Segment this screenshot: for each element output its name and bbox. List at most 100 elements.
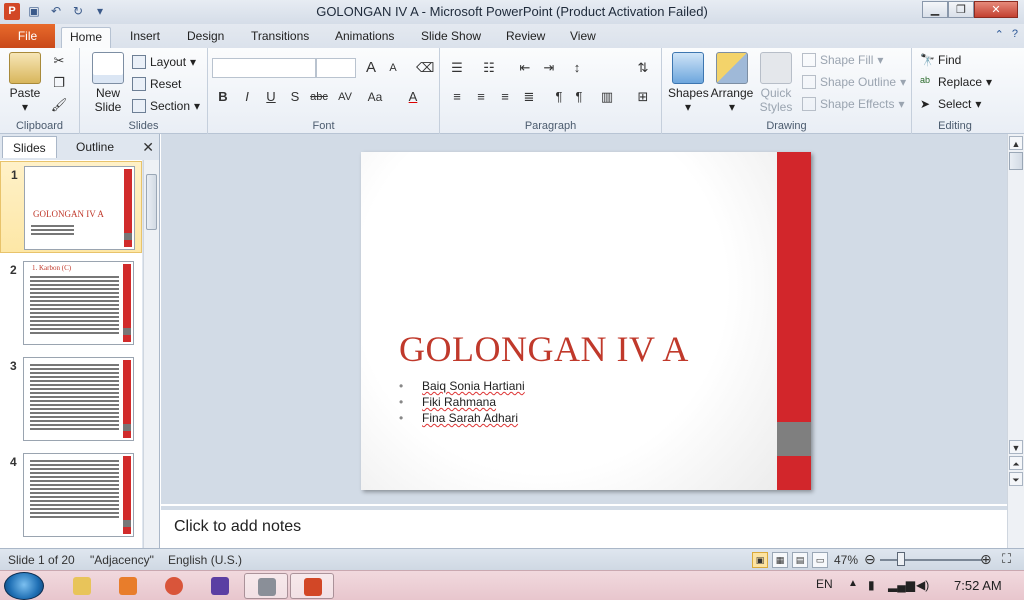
copy-icon[interactable]: ❐ [50,74,68,92]
reading-view-icon[interactable]: ▤ [792,552,808,568]
pane-close-icon[interactable]: ✕ [142,139,154,156]
next-slide-icon[interactable]: ⏷ [1009,472,1023,486]
thumbnail-row-2[interactable]: 2 1. Karbon (C) [0,257,142,349]
select-button[interactable]: ➤ Select ▾ [920,94,981,114]
section-button[interactable]: Section ▾ [132,96,200,116]
find-button[interactable]: 🔭 Find [920,50,961,70]
scrollbar-thumb[interactable] [146,174,157,230]
reset-button[interactable]: Reset [132,74,181,94]
tab-view[interactable]: View [562,27,604,48]
italic-button[interactable]: I [238,88,256,106]
rtl-icon[interactable]: ¶ [550,88,568,106]
slide-thumbnail[interactable] [23,357,134,441]
slide-thumbnail[interactable]: GOLONGAN IV A [24,166,135,250]
thumbnail-row-1[interactable]: 1 GOLONGAN IV A [0,161,142,253]
scroll-up-icon[interactable]: ▲ [1009,136,1023,150]
align-left-icon[interactable]: ≡ [448,88,466,106]
quick-styles-button[interactable]: Quick Styles [756,52,796,114]
taskbar-app-5[interactable] [244,573,288,599]
character-spacing-button[interactable]: AV [334,88,356,106]
thumbnail-row-4[interactable]: 4 [0,449,142,541]
taskbar-app-4[interactable] [198,573,242,599]
bullets-icon[interactable]: ☰ [448,59,466,77]
fit-to-window-icon[interactable]: ⛶ [1002,551,1011,567]
network-icon[interactable]: ▂▄▆ [888,578,915,592]
slide-show-icon[interactable]: ▭ [812,552,828,568]
zoom-slider-thumb[interactable] [897,552,905,566]
slide-title[interactable]: GOLONGAN IV A [399,328,689,370]
battery-icon[interactable]: ▮ [868,578,875,592]
previous-slide-icon[interactable]: ⏶ [1009,456,1023,470]
slide-scrollbar[interactable]: ▲ ▼ ⏶ ⏷ [1007,134,1024,548]
bold-button[interactable]: B [214,88,232,106]
shape-effects-button[interactable]: Shape Effects ▾ [802,94,905,114]
format-painter-icon[interactable]: 🖌 [50,96,68,114]
clear-formatting-icon[interactable]: ⌫ [416,59,434,77]
zoom-slider[interactable] [880,559,982,561]
maximize-button[interactable]: ❐ [948,1,974,18]
slide-bullets[interactable]: • Baiq Sonia Hartiani • Fiki Rahmana • Fina… [399,378,525,426]
current-slide[interactable]: GOLONGAN IV A • Baiq Sonia Hartiani • Fiki… [361,152,811,490]
cut-icon[interactable]: ✂ [50,52,68,70]
layout-button[interactable]: Layout ▾ [132,52,196,72]
columns-icon[interactable]: ▥ [598,88,616,106]
taskbar-explorer[interactable] [60,573,104,599]
help-icon[interactable]: ? [1012,28,1018,41]
font-name-combo[interactable] [212,58,316,78]
start-button[interactable] [4,572,44,600]
arrange-button[interactable]: Arrange ▾ [710,52,754,114]
shapes-button[interactable]: Shapes ▾ [668,52,709,114]
tab-outline[interactable]: Outline [66,136,124,158]
replace-button[interactable]: ab Replace ▾ [920,72,992,92]
tab-file[interactable]: File [0,24,55,48]
text-direction-icon[interactable]: ⇅ [634,59,652,77]
increase-indent-icon[interactable]: ⇥ [540,59,558,77]
input-language[interactable]: EN [816,577,833,591]
taskbar-app-3[interactable] [152,573,196,599]
paste-button[interactable]: Paste ▾ [6,52,44,114]
minimize-button[interactable]: ▁ [922,1,948,18]
smartart-icon[interactable]: ⊞ [634,88,652,106]
align-center-icon[interactable]: ≡ [472,88,490,106]
font-color-button[interactable]: A [404,88,422,106]
tab-slides[interactable]: Slides [2,136,57,158]
shape-fill-button[interactable]: Shape Fill ▾ [802,50,883,70]
tab-animations[interactable]: Animations [327,27,402,48]
notes-pane[interactable]: Click to add notes [161,506,1007,548]
thumbnails-scrollbar[interactable] [143,160,159,548]
decrease-indent-icon[interactable]: ⇤ [516,59,534,77]
volume-icon[interactable]: ◀) [916,578,929,592]
show-hidden-icons[interactable]: ▲ [848,578,858,589]
normal-view-icon[interactable]: ▣ [752,552,768,568]
slide-thumbnail[interactable]: 1. Karbon (C) [23,261,134,345]
taskbar-media-player[interactable] [106,573,150,599]
zoom-level[interactable]: 47% [834,553,858,567]
minimize-ribbon-icon[interactable]: ⌃ [995,28,1004,41]
underline-button[interactable]: U [262,88,280,106]
new-slide-button[interactable]: New Slide [88,52,128,114]
tab-design[interactable]: Design [179,27,232,48]
shape-outline-button[interactable]: Shape Outline ▾ [802,72,906,92]
justify-icon[interactable]: ≣ [520,88,538,106]
scroll-down-icon[interactable]: ▼ [1009,440,1023,454]
slide-thumbnail[interactable] [23,453,134,537]
tab-home[interactable]: Home [61,27,112,48]
language-indicator[interactable]: English (U.S.) [168,553,242,567]
slide-sorter-icon[interactable]: ▦ [772,552,788,568]
font-size-combo[interactable] [316,58,356,78]
scrollbar-thumb[interactable] [1009,152,1023,170]
tab-insert[interactable]: Insert [122,27,168,48]
clock[interactable]: 7:52 AM [954,578,1002,593]
line-spacing-icon[interactable]: ↕ [568,59,586,77]
strikethrough-button[interactable]: abc [308,88,330,106]
tab-review[interactable]: Review [498,27,553,48]
shrink-font-button[interactable]: A [384,59,402,77]
tab-transitions[interactable]: Transitions [243,27,317,48]
grow-font-button[interactable]: A [362,59,380,77]
ltr-icon[interactable]: ¶ [570,88,588,106]
numbering-icon[interactable]: ☷ [480,59,498,77]
tab-slide-show[interactable]: Slide Show [413,27,489,48]
close-button[interactable]: ✕ [974,1,1018,18]
zoom-in-icon[interactable]: ⊕ [980,551,992,568]
shadow-button[interactable]: S [286,88,304,106]
